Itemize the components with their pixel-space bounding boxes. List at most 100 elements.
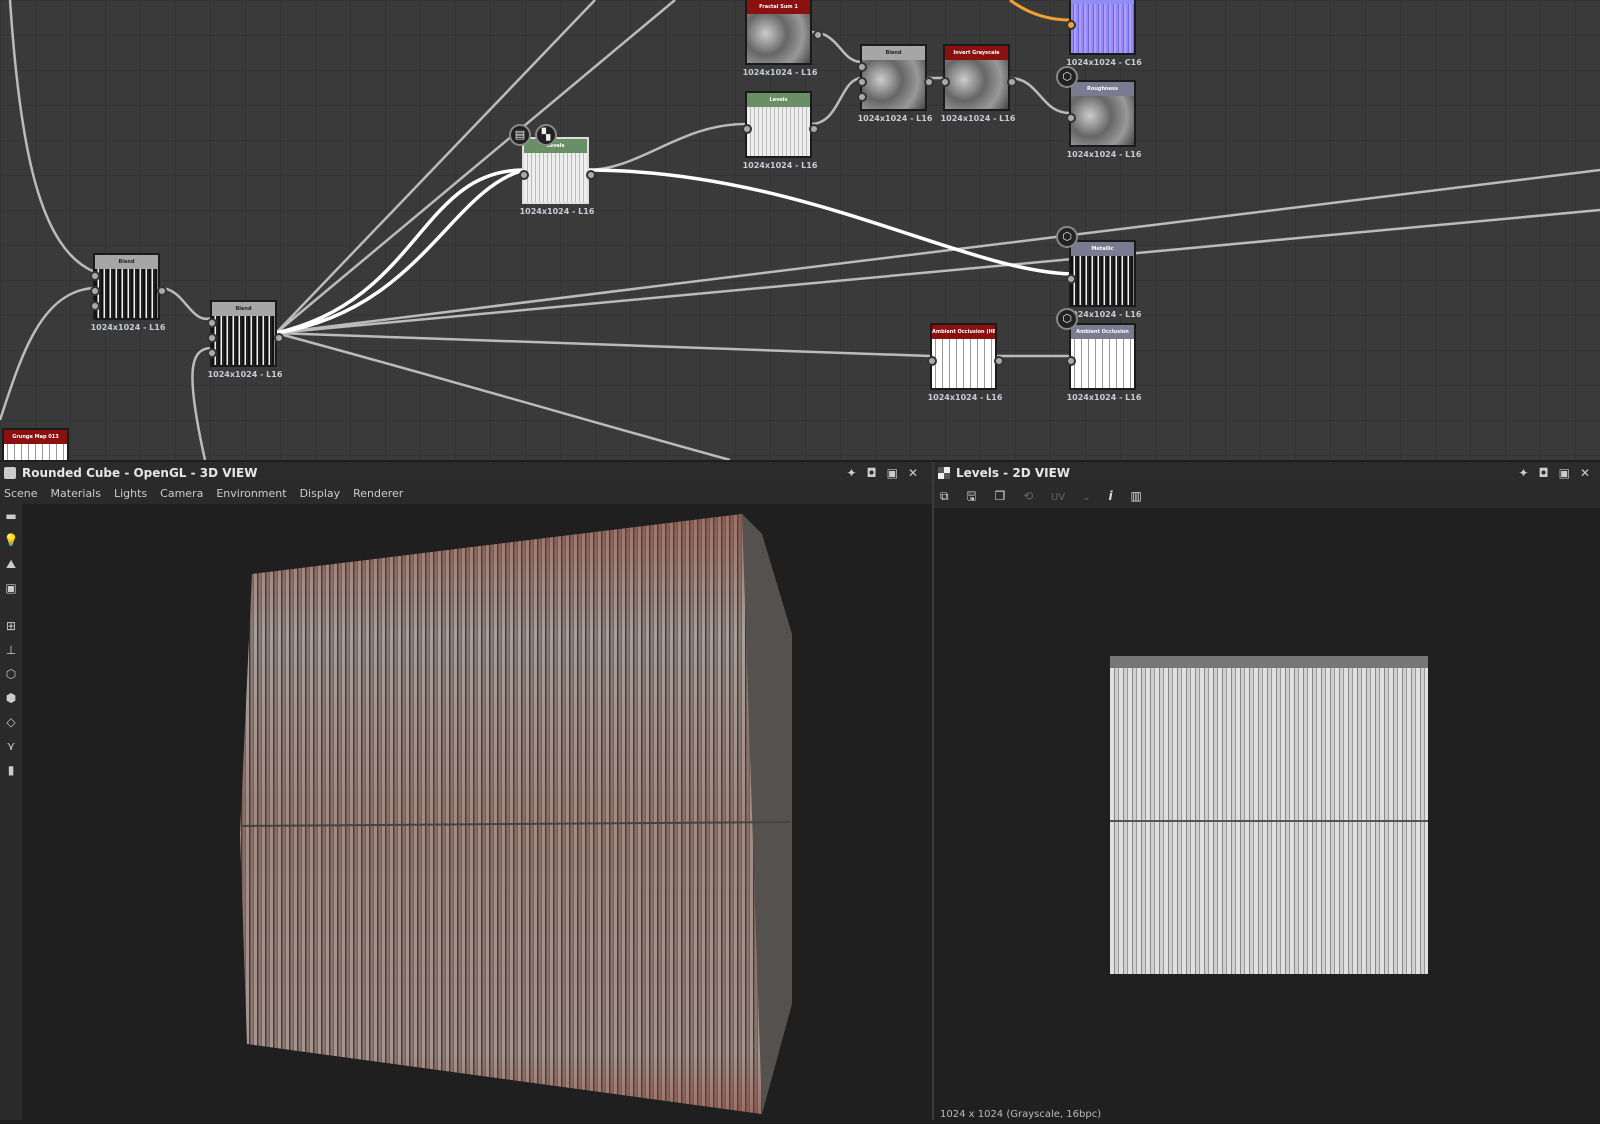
output-port[interactable] — [994, 356, 1004, 366]
graph-node[interactable]: Levels 1024x1024 - L16 — [519, 137, 596, 216]
plane-icon[interactable]: ◇ — [0, 710, 22, 734]
view3d-header: Rounded Cube - OpenGL - 3D VIEW ✦◘▣✕ — [0, 462, 932, 484]
cube-wire-icon[interactable]: ⬢ — [0, 686, 22, 710]
info-button[interactable]: i — [1109, 489, 1113, 503]
node-resolution: 1024x1024 - C16 — [1066, 58, 1142, 67]
grid-icon[interactable]: ⊞ — [0, 614, 22, 638]
graph-node[interactable]: Blend 1024x1024 - L16 — [207, 300, 284, 379]
reset-icon[interactable]: ⟲ — [1023, 489, 1033, 503]
histogram-icon[interactable]: ▥ — [1130, 489, 1141, 503]
uv-dropdown[interactable]: UV ⌄ — [1051, 492, 1091, 503]
output-port[interactable] — [924, 77, 934, 87]
input-port[interactable] — [207, 333, 217, 343]
graph-node[interactable]: Blend 1024x1024 - L16 — [90, 253, 167, 332]
input-port[interactable] — [1066, 113, 1076, 123]
input-port[interactable] — [857, 77, 867, 87]
node-thumbnail — [932, 339, 995, 388]
histogram-icon[interactable]: ▮ — [0, 758, 22, 782]
menu-environment[interactable]: Environment — [216, 487, 286, 500]
view2d-viewport[interactable]: 1024 x 1024 (Grayscale, 16bpc) — [934, 508, 1600, 1120]
display-icon[interactable]: ▣ — [0, 576, 22, 600]
selected-wire — [275, 168, 525, 335]
graph-node[interactable]: Invert Grayscale 1024x1024 - L16 — [940, 44, 1017, 123]
graph-node[interactable]: Grunge Map 013 — [2, 428, 69, 460]
node-title: Levels — [747, 93, 810, 107]
graph-node[interactable]: Metallic 1024x1024 - L16 — [1066, 240, 1141, 319]
maximize-icon[interactable]: ▣ — [887, 466, 908, 480]
node-graph[interactable]: Fractal Sum 1 1024x1024 - L16 Blend 1024x10… — [0, 0, 1600, 460]
pin-icon[interactable]: ✦ — [846, 466, 866, 480]
node-title: Ambient Occlusion (HB... — [932, 325, 995, 339]
node-resolution: 1024x1024 - L16 — [927, 393, 1003, 402]
graph-node[interactable]: Ambient Occlusion 1024x1024 - L16 — [1066, 323, 1141, 402]
environment-icon[interactable]: ⛰ — [0, 552, 22, 576]
node-resolution: 1024x1024 - L16 — [90, 323, 166, 332]
menu-display[interactable]: Display — [300, 487, 341, 500]
close-icon[interactable]: ✕ — [1580, 466, 1600, 480]
menu-scene[interactable]: Scene — [4, 487, 38, 500]
graph-node[interactable]: Ambient Occlusion (HB... 1024x1024 - L16 — [927, 323, 1004, 402]
input-port[interactable] — [1066, 20, 1076, 30]
maximize-icon[interactable]: ▣ — [1559, 466, 1580, 480]
input-port[interactable] — [207, 318, 217, 328]
input-port[interactable] — [940, 77, 950, 87]
graph-node[interactable]: 1024x1024 - C16 — [1066, 0, 1142, 67]
wire — [0, 286, 96, 421]
wire — [275, 168, 1600, 335]
menu-lights[interactable]: Lights — [114, 487, 147, 500]
cube-icon[interactable]: ⬡ — [0, 662, 22, 686]
copy-icon[interactable]: ❐ — [994, 489, 1005, 503]
menu-camera[interactable]: Camera — [160, 487, 203, 500]
input-port[interactable] — [90, 271, 100, 281]
output-port[interactable] — [157, 286, 167, 296]
wire — [275, 331, 731, 460]
image-info: 1024 x 1024 (Grayscale, 16bpc) — [940, 1109, 1102, 1120]
node-resolution: 1024x1024 - L16 — [1066, 150, 1142, 159]
output-port[interactable] — [274, 333, 284, 343]
input-port[interactable] — [90, 286, 100, 296]
input-port[interactable] — [207, 348, 217, 358]
view3d-viewport[interactable] — [22, 504, 932, 1120]
output-port[interactable] — [813, 30, 823, 40]
input-port[interactable] — [90, 301, 100, 311]
float-icon[interactable]: ◘ — [1539, 466, 1559, 480]
menu-materials[interactable]: Materials — [51, 487, 101, 500]
normals-icon[interactable]: ⋎ — [0, 734, 22, 758]
node-thumbnail — [747, 14, 810, 63]
node-thumbnail — [212, 316, 275, 365]
node-thumbnail — [1071, 4, 1134, 53]
input-port[interactable] — [742, 124, 752, 134]
graph-node[interactable]: Blend 1024x1024 - L16 — [857, 44, 934, 123]
light-icon[interactable]: 💡 — [0, 528, 22, 552]
input-port[interactable] — [1066, 356, 1076, 366]
node-title: Levels — [524, 139, 587, 153]
node-resolution: 1024x1024 - L16 — [207, 370, 283, 379]
close-icon[interactable]: ✕ — [908, 466, 928, 480]
node-resolution: 1024x1024 - L16 — [742, 161, 818, 170]
node-resolution: 1024x1024 - L16 — [857, 114, 933, 123]
graph-node[interactable]: Fractal Sum 1 1024x1024 - L16 — [743, 0, 823, 77]
save-icon[interactable]: 🖫 — [966, 489, 976, 503]
wire — [586, 122, 746, 172]
input-port[interactable] — [519, 170, 529, 180]
view3d-title: Rounded Cube - OpenGL - 3D VIEW — [22, 466, 258, 480]
export-icon[interactable]: ⧉ — [940, 489, 949, 503]
output-badge-icon: ⬡ — [1056, 308, 1078, 330]
graph-node[interactable]: Levels 1024x1024 - L16 — [742, 91, 819, 170]
output-port[interactable] — [927, 356, 937, 366]
output-port[interactable] — [586, 170, 596, 180]
axis-icon[interactable]: ⊥ — [0, 638, 22, 662]
output-port[interactable] — [1007, 77, 1017, 87]
input-port[interactable] — [857, 62, 867, 72]
rounded-cube-render — [240, 514, 792, 1114]
camera-icon[interactable]: ▬ — [0, 504, 22, 528]
node-title: Blend — [95, 255, 158, 269]
input-port[interactable] — [1066, 274, 1076, 284]
output-port[interactable] — [809, 124, 819, 134]
float-icon[interactable]: ◘ — [867, 466, 887, 480]
graph-node[interactable]: Roughness 1024x1024 - L16 — [1066, 80, 1141, 159]
pin-icon[interactable]: ✦ — [1518, 466, 1538, 480]
input-port[interactable] — [857, 92, 867, 102]
menu-renderer[interactable]: Renderer — [353, 487, 403, 500]
view3d-toolbar: ▬ 💡 ⛰ ▣ ⊞ ⊥ ⬡ ⬢ ◇ ⋎ ▮ — [0, 504, 22, 1120]
